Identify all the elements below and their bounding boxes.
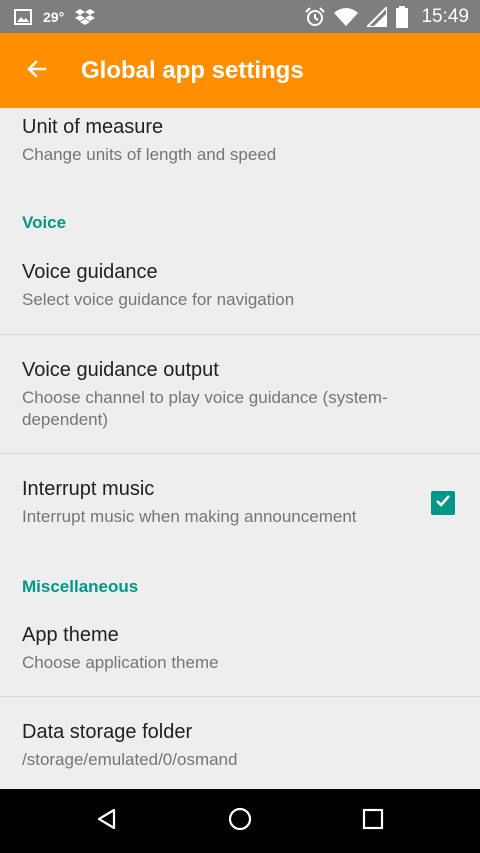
navigation-bar: [0, 789, 480, 853]
status-bar: 29° 15:49: [0, 0, 480, 33]
recents-square-icon: [362, 808, 384, 835]
setting-title: Data storage folder: [22, 721, 193, 743]
dropbox-icon: [75, 8, 96, 26]
setting-data-storage-folder[interactable]: Data storage folder /storage/emulated/0/…: [0, 697, 480, 789]
setting-summary: /storage/emulated/0/osmand: [22, 750, 238, 769]
setting-title: Voice guidance output: [22, 359, 219, 381]
setting-app-theme[interactable]: App theme Choose application theme: [0, 608, 480, 696]
status-left: 29°: [14, 0, 96, 33]
setting-title: Interrupt music: [22, 478, 155, 500]
app-bar: Global app settings: [0, 33, 480, 108]
status-right: 15:49: [305, 0, 469, 33]
setting-title: Voice guidance: [22, 261, 158, 283]
nav-back-button[interactable]: [67, 789, 147, 853]
setting-voice-guidance-output[interactable]: Voice guidance output Choose channel to …: [0, 335, 480, 453]
image-icon: [14, 8, 32, 25]
back-triangle-icon: [95, 807, 119, 836]
arrow-back-icon: [25, 57, 49, 86]
page-title: Global app settings: [81, 57, 304, 84]
signal-icon: [367, 6, 388, 27]
settings-list: Unit of measure Change units of length a…: [0, 108, 480, 789]
setting-summary: Choose application theme: [22, 653, 219, 672]
setting-unit-of-measure[interactable]: Unit of measure Change units of length a…: [0, 108, 480, 174]
setting-summary: Choose channel to play voice guidance (s…: [22, 388, 388, 429]
nav-recents-button[interactable]: [333, 789, 413, 853]
setting-title: Unit of measure: [22, 116, 164, 138]
setting-voice-guidance[interactable]: Voice guidance Select voice guidance for…: [0, 246, 480, 334]
setting-title: App theme: [22, 624, 119, 646]
alarm-icon: [305, 6, 326, 27]
setting-interrupt-music[interactable]: Interrupt music Interrupt music when mak…: [0, 454, 480, 554]
setting-summary: Interrupt music when making announcement: [22, 507, 357, 526]
clock-text: 15:49: [421, 5, 469, 27]
checkmark-icon: [434, 492, 452, 515]
interrupt-music-checkbox[interactable]: [431, 491, 455, 515]
category-miscellaneous: Miscellaneous: [22, 577, 139, 596]
setting-summary: Change units of length and speed: [22, 145, 277, 164]
category-voice: Voice: [22, 213, 67, 232]
nav-home-button[interactable]: [200, 789, 280, 853]
back-button[interactable]: [14, 48, 60, 94]
wifi-icon: [334, 7, 359, 26]
setting-summary: Select voice guidance for navigation: [22, 290, 295, 309]
home-circle-icon: [228, 807, 252, 836]
battery-icon: [396, 5, 409, 28]
temperature-text: 29°: [43, 8, 65, 25]
